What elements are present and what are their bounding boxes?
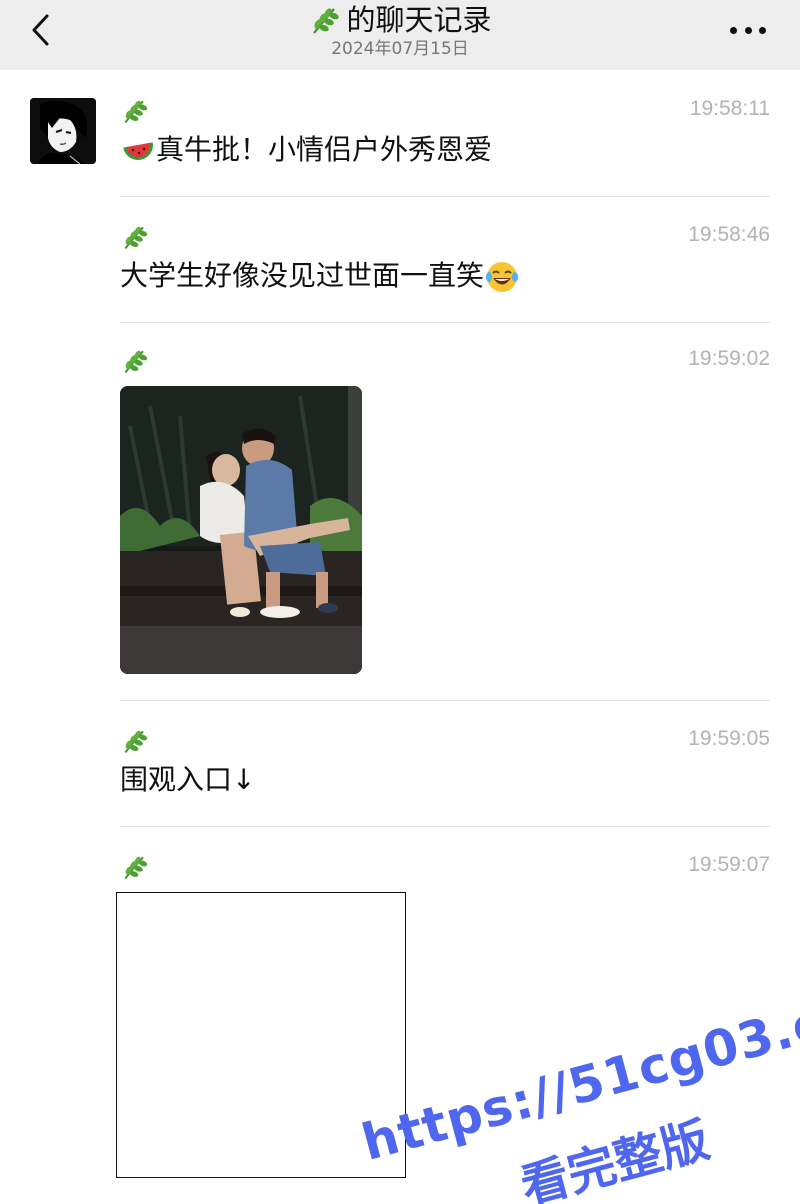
- more-options-button[interactable]: [730, 26, 766, 34]
- message-time: 19:59:05: [688, 727, 770, 750]
- sender-avatar[interactable]: [30, 98, 96, 164]
- title-text: 的聊天记录: [346, 3, 492, 37]
- message-text: 大学生好像没见过世面一直笑: [120, 259, 485, 292]
- message-1[interactable]: 19:58:11 真牛批！小情侣户外秀恩爱: [120, 96, 770, 176]
- message-text: 真牛批！小情侣户外秀恩爱: [156, 133, 493, 166]
- chat-date: 2024年07月15日: [331, 39, 469, 59]
- message-divider: [120, 196, 770, 197]
- message-time: 19:59:02: [688, 347, 770, 370]
- message-divider: [120, 826, 770, 827]
- message-photo[interactable]: [120, 386, 362, 674]
- message-3[interactable]: 19:59:02: [120, 346, 770, 676]
- message-2[interactable]: 19:58:46 大学生好像没见过世面一直笑: [120, 222, 770, 302]
- leaf-icon: [120, 96, 150, 126]
- leaf-icon: [308, 3, 342, 37]
- page-title: 的聊天记录: [308, 2, 492, 38]
- leaf-icon: [120, 726, 150, 756]
- message-divider: [120, 322, 770, 323]
- message-text: 围观入口↓: [120, 763, 256, 796]
- watermelon-emoji-icon: [120, 133, 156, 169]
- message-time: 19:59:07: [688, 853, 770, 876]
- laughing-tears-emoji-icon: [484, 259, 520, 295]
- anime-avatar-icon: [30, 98, 96, 164]
- message-time: 19:58:11: [689, 97, 770, 120]
- message-4[interactable]: 19:59:05 围观入口↓: [120, 726, 770, 806]
- message-divider: [120, 700, 770, 701]
- chat-history-header: 的聊天记录 2024年07月15日: [0, 0, 800, 70]
- message-time: 19:58:46: [688, 223, 770, 246]
- more-dots-icon: [730, 26, 737, 34]
- leaf-icon: [120, 222, 150, 252]
- leaf-icon: [120, 852, 150, 882]
- leaf-icon: [120, 346, 150, 376]
